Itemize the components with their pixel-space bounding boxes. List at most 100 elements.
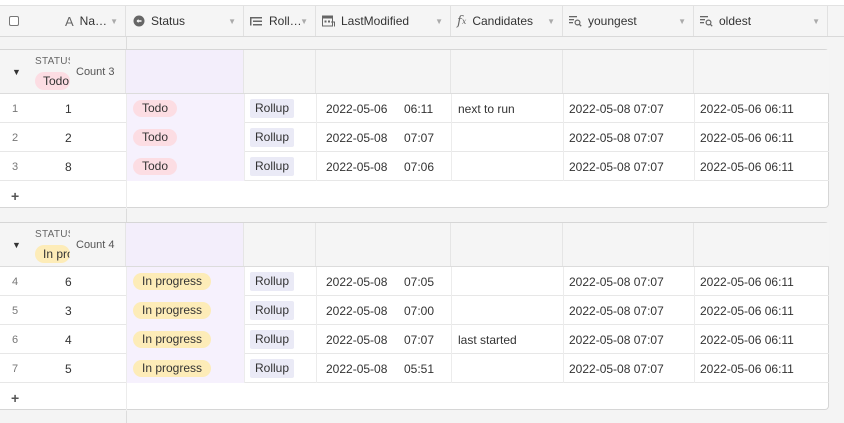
- lastmodified-date[interactable]: 2022-05-06: [326, 94, 387, 123]
- rollup-cell[interactable]: Rollup: [250, 325, 295, 354]
- youngest-cell[interactable]: 2022-05-08 07:07: [569, 267, 664, 296]
- lastmodified-date[interactable]: 2022-05-08: [326, 354, 387, 383]
- oldest-cell[interactable]: 2022-05-06 06:11: [700, 152, 794, 181]
- name-cell[interactable]: 1: [65, 94, 72, 123]
- column-header-status[interactable]: Status ▼: [126, 6, 244, 36]
- oldest-cell[interactable]: 2022-05-06 06:11: [700, 267, 794, 296]
- status-cell[interactable]: In progress: [133, 267, 212, 296]
- rollup-cell[interactable]: Rollup: [250, 267, 295, 296]
- column-header-oldest[interactable]: oldest ▼: [694, 6, 828, 36]
- youngest-cell[interactable]: 2022-05-08 07:07: [569, 354, 664, 383]
- rollup-cell[interactable]: Rollup: [250, 354, 295, 383]
- lastmodified-time[interactable]: 06:11: [404, 94, 433, 123]
- table-row[interactable]: 2 2 Todo Rollup 2022-05-08 07:07 2022-05…: [0, 123, 829, 152]
- column-header-youngest[interactable]: youngest ▼: [563, 6, 694, 36]
- table-row[interactable]: 5 3 In progress Rollup 2022-05-08 07:00 …: [0, 296, 829, 325]
- candidates-cell[interactable]: next to run: [458, 94, 515, 123]
- select-all-cell[interactable]: [0, 6, 59, 36]
- candidates-cell[interactable]: last started: [458, 325, 517, 354]
- status-pill: Todo: [133, 158, 178, 175]
- youngest-cell[interactable]: 2022-05-08 07:07: [569, 152, 664, 181]
- plus-icon: +: [11, 188, 20, 204]
- table-row[interactable]: 6 4 In progress Rollup 2022-05-08 07:07 …: [0, 325, 829, 354]
- lastmodified-time[interactable]: 07:05: [404, 267, 434, 296]
- youngest-cell[interactable]: 2022-05-08 07:07: [569, 94, 664, 123]
- chevron-down-icon[interactable]: ▼: [547, 17, 555, 26]
- chevron-down-icon[interactable]: ▼: [435, 17, 443, 26]
- rollup-cell[interactable]: Rollup: [250, 123, 295, 152]
- rollup-tag: Rollup: [250, 301, 295, 320]
- oldest-cell[interactable]: 2022-05-06 06:11: [700, 123, 794, 152]
- status-cell[interactable]: Todo: [133, 152, 178, 181]
- table-row[interactable]: 4 6 In progress Rollup 2022-05-08 07:05 …: [0, 267, 829, 296]
- rollup-cell[interactable]: Rollup: [250, 296, 295, 325]
- collapse-group-caret-icon[interactable]: ▼: [12, 67, 21, 77]
- status-pill: In progress: [133, 273, 212, 290]
- rollup-cell[interactable]: Rollup: [250, 94, 295, 123]
- oldest-cell[interactable]: 2022-05-06 06:11: [700, 325, 794, 354]
- add-row-button[interactable]: +: [0, 383, 829, 411]
- status-cell[interactable]: Todo: [133, 123, 178, 152]
- table-row[interactable]: 1 1 Todo Rollup 2022-05-06 06:11 next to…: [0, 94, 829, 123]
- column-header-candidates[interactable]: fx Candidates ▼: [451, 6, 563, 36]
- group-count: Count 4: [76, 239, 115, 251]
- select-all-checkbox[interactable]: [9, 16, 19, 26]
- row-number: 3: [12, 160, 19, 173]
- plus-icon: +: [11, 390, 20, 406]
- status-cell[interactable]: Todo: [133, 94, 178, 123]
- rollup-icon: [250, 16, 263, 27]
- status-cell[interactable]: In progress: [133, 296, 212, 325]
- lastmodified-date[interactable]: 2022-05-08: [326, 325, 387, 354]
- youngest-cell[interactable]: 2022-05-08 07:07: [569, 325, 664, 354]
- group-field-label: STATUS: [35, 229, 70, 240]
- lastmodified-date[interactable]: 2022-05-08: [326, 267, 387, 296]
- table-row[interactable]: 7 5 In progress Rollup 2022-05-08 05:51 …: [0, 354, 829, 383]
- chevron-down-icon[interactable]: ▼: [812, 17, 820, 26]
- chevron-down-icon[interactable]: ▼: [110, 17, 118, 26]
- rollup-tag: Rollup: [250, 359, 295, 378]
- lastmodified-time[interactable]: 07:06: [404, 152, 434, 181]
- group-todo: ▼ STATUS Todo Count 3 1 1 Todo Rollup 20…: [0, 49, 829, 209]
- status-cell[interactable]: In progress: [133, 354, 212, 383]
- add-row-button[interactable]: +: [0, 181, 829, 209]
- oldest-cell[interactable]: 2022-05-06 06:11: [700, 354, 794, 383]
- lastmodified-date[interactable]: 2022-05-08: [326, 296, 387, 325]
- column-header-rollup[interactable]: Roll… ▼: [244, 6, 316, 36]
- group-in-progress: ▼ STATUS In progress Count 4 4 6 In prog…: [0, 222, 829, 411]
- column-header-label: Candidates: [472, 14, 534, 28]
- rollup-tag: Rollup: [250, 330, 295, 349]
- lastmodified-time[interactable]: 07:07: [404, 325, 434, 354]
- lastmodified-time[interactable]: 05:51: [404, 354, 434, 383]
- lastmodified-date[interactable]: 2022-05-08: [326, 152, 387, 181]
- name-cell[interactable]: 6: [65, 267, 72, 296]
- name-cell[interactable]: 2: [65, 123, 72, 152]
- chevron-down-icon[interactable]: ▼: [678, 17, 686, 26]
- lookup-icon: [700, 15, 713, 27]
- name-cell[interactable]: 3: [65, 296, 72, 325]
- column-header-name[interactable]: A Na… ▼: [59, 6, 126, 36]
- lastmodified-date[interactable]: 2022-05-08: [326, 123, 387, 152]
- lastmodified-time[interactable]: 07:07: [404, 123, 434, 152]
- name-cell[interactable]: 5: [65, 354, 72, 383]
- chevron-down-icon[interactable]: ▼: [300, 17, 308, 26]
- name-cell[interactable]: 4: [65, 325, 72, 354]
- status-pill: Todo: [133, 129, 178, 146]
- status-cell[interactable]: In progress: [133, 325, 212, 354]
- row-number: 1: [12, 102, 19, 115]
- youngest-cell[interactable]: 2022-05-08 07:07: [569, 296, 664, 325]
- row-number: 5: [12, 304, 19, 317]
- column-header-lastmodified[interactable]: LastModified ▼: [316, 6, 451, 36]
- row-number: 7: [12, 362, 19, 375]
- chevron-down-icon[interactable]: ▼: [228, 17, 236, 26]
- status-icon: [133, 15, 145, 27]
- oldest-cell[interactable]: 2022-05-06 06:11: [700, 94, 794, 123]
- rollup-cell[interactable]: Rollup: [250, 152, 295, 181]
- name-cell[interactable]: 8: [65, 152, 72, 181]
- collapse-group-caret-icon[interactable]: ▼: [12, 240, 21, 250]
- table-row[interactable]: 3 8 Todo Rollup 2022-05-08 07:06 2022-05…: [0, 152, 829, 181]
- youngest-cell[interactable]: 2022-05-08 07:07: [569, 123, 664, 152]
- formula-icon: fx: [457, 13, 467, 29]
- oldest-cell[interactable]: 2022-05-06 06:11: [700, 296, 794, 325]
- text-icon: A: [65, 13, 74, 29]
- lastmodified-time[interactable]: 07:00: [404, 296, 434, 325]
